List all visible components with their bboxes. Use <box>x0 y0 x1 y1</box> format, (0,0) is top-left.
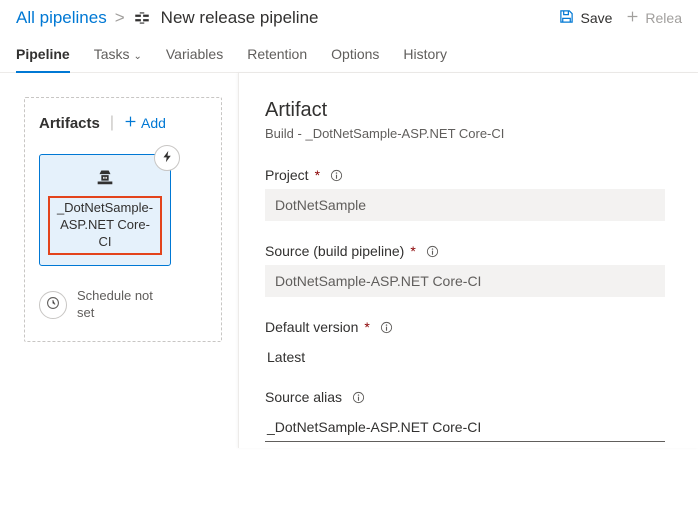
build-icon <box>94 165 116 190</box>
project-input[interactable]: DotNetSample <box>265 189 665 221</box>
tab-options[interactable]: Options <box>331 38 379 72</box>
release-pipeline-icon <box>133 9 151 27</box>
lightning-icon <box>161 150 174 166</box>
default-version-input[interactable]: Latest <box>265 341 665 367</box>
required-marker: * <box>315 167 320 183</box>
info-icon[interactable] <box>352 391 365 404</box>
tabs: Pipeline Tasks⌄ Variables Retention Opti… <box>0 32 698 73</box>
save-label: Save <box>580 10 612 26</box>
artifact-details-pane: Artifact Build - _DotNetSample-ASP.NET C… <box>238 73 698 448</box>
plus-icon <box>124 115 137 131</box>
tab-history[interactable]: History <box>403 38 447 72</box>
artifacts-panel: Artifacts | Add _DotNetS <box>24 97 222 342</box>
add-artifact-button[interactable]: Add <box>124 115 166 131</box>
release-button[interactable]: Relea <box>626 10 682 26</box>
chevron-down-icon: ⌄ <box>133 51 141 62</box>
save-icon <box>559 9 574 27</box>
info-icon[interactable] <box>380 321 393 334</box>
schedule-row[interactable]: Schedule not set <box>39 288 207 322</box>
toolbar: Save Relea <box>559 9 682 27</box>
breadcrumb-root-link[interactable]: All pipelines <box>16 8 107 28</box>
breadcrumb-separator: > <box>115 8 125 28</box>
tab-variables[interactable]: Variables <box>166 38 223 72</box>
artifacts-title: Artifacts <box>39 115 100 132</box>
required-marker: * <box>410 243 415 259</box>
alias-label: Source alias <box>265 389 342 405</box>
add-label: Add <box>141 115 166 131</box>
divider: | <box>110 114 114 132</box>
clock-icon <box>46 296 60 313</box>
artifact-card[interactable]: _DotNetSample-ASP.NET Core-CI <box>39 154 171 266</box>
release-label: Relea <box>645 10 682 26</box>
source-input[interactable]: DotNetSample-ASP.NET Core-CI <box>265 265 665 297</box>
tab-pipeline[interactable]: Pipeline <box>16 38 70 72</box>
info-icon[interactable] <box>426 245 439 258</box>
tab-tasks-label: Tasks <box>94 46 130 62</box>
project-label: Project <box>265 167 309 183</box>
artifact-name: _DotNetSample-ASP.NET Core-CI <box>48 196 162 255</box>
breadcrumb-current: New release pipeline <box>161 8 319 28</box>
plus-icon <box>626 10 639 26</box>
default-version-label: Default version <box>265 319 358 335</box>
schedule-text: Schedule not set <box>77 288 167 322</box>
source-label: Source (build pipeline) <box>265 243 404 259</box>
required-marker: * <box>364 319 369 335</box>
save-button[interactable]: Save <box>559 9 612 27</box>
breadcrumb: All pipelines > New release pipeline <box>16 8 319 28</box>
tab-retention[interactable]: Retention <box>247 38 307 72</box>
cd-trigger-button[interactable] <box>154 145 180 171</box>
pane-subtitle: Build - _DotNetSample-ASP.NET Core-CI <box>265 126 698 141</box>
alias-input[interactable]: _DotNetSample-ASP.NET Core-CI <box>265 411 665 442</box>
tab-tasks[interactable]: Tasks⌄ <box>94 38 142 72</box>
pane-title: Artifact <box>265 99 698 122</box>
schedule-badge <box>39 291 67 319</box>
info-icon[interactable] <box>330 169 343 182</box>
